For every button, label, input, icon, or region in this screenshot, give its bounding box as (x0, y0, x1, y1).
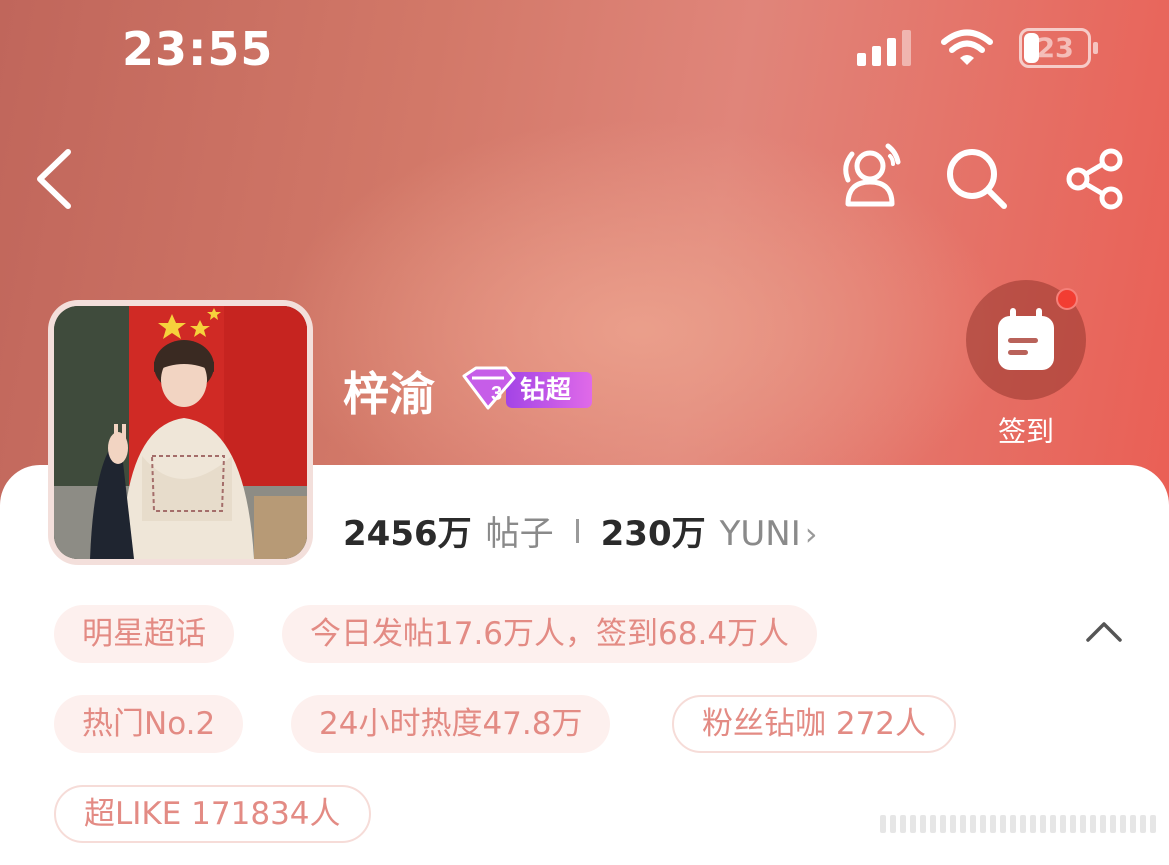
stats-row: 2456万 帖子 230万 YUNI › (343, 506, 818, 555)
search-button[interactable] (944, 146, 1008, 210)
avatar[interactable] (48, 300, 313, 565)
chevron-right-icon[interactable]: › (805, 515, 818, 553)
notification-dot (1056, 288, 1078, 310)
chevron-up-icon (1086, 622, 1122, 642)
tag-star-supertopic[interactable]: 明星超话 (54, 605, 234, 663)
calendar-icon (998, 308, 1054, 370)
search-icon (947, 149, 1007, 209)
posts-label: 帖子 (485, 514, 554, 554)
fans-button[interactable] (834, 140, 904, 210)
back-button[interactable] (30, 146, 80, 212)
tag-daily-posts[interactable]: 今日发帖17.6万人，签到68.4万人 (282, 605, 818, 663)
chevron-left-icon (37, 149, 71, 209)
status-time: 23:55 (122, 22, 274, 76)
avatar-illustration (54, 306, 307, 559)
fans-label[interactable]: YUNI (720, 514, 801, 554)
tag-24h-heat[interactable]: 24小时热度47.8万 (291, 695, 611, 753)
checkin-button[interactable] (966, 280, 1086, 400)
wifi-icon (941, 29, 993, 65)
share-button[interactable] (1064, 148, 1126, 210)
share-icon (1066, 148, 1123, 210)
badge-text: 钻超 (520, 375, 573, 404)
cellular-signal-icon (857, 30, 911, 66)
fans-broadcast-icon (843, 143, 901, 207)
tag-hot-rank[interactable]: 热门No.2 (54, 695, 244, 753)
tag-super-like[interactable]: 超LIKE 171834人 (54, 785, 371, 843)
tag-fan-diamond[interactable]: 粉丝钻咖 272人 (672, 695, 957, 753)
battery-level: 23 (1036, 32, 1074, 64)
supertopic-name: 梓渝 (343, 367, 435, 421)
collapse-button[interactable] (1084, 616, 1124, 646)
battery-indicator: 23 (1019, 28, 1098, 68)
stats-divider (575, 518, 579, 543)
checkin-label: 签到 (997, 415, 1054, 448)
posts-count: 2456万 (343, 514, 472, 554)
status-icons: 23 (857, 28, 1098, 68)
avatar-photo (54, 306, 307, 559)
watermark-overlay (880, 812, 1160, 836)
fans-count[interactable]: 230万 (601, 506, 706, 555)
badge-level: 3 (491, 383, 502, 405)
